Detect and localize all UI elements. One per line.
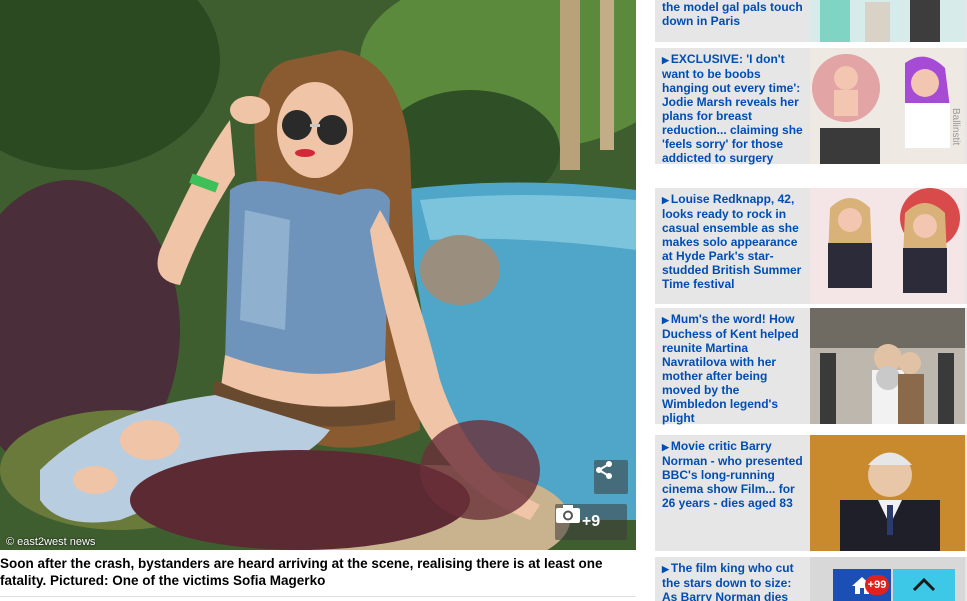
story-thumbnail[interactable]: [810, 188, 965, 304]
divider: [0, 596, 636, 597]
story-link[interactable]: the model gal pals touch down in Paris: [662, 0, 806, 28]
story-title: Louise Redknapp, 42, looks ready to rock…: [662, 192, 802, 291]
gallery-count: +9: [581, 513, 601, 530]
svg-text:Ballinstit: Ballinstit: [950, 108, 961, 145]
story-thumbnail[interactable]: Ballinstit: [810, 48, 965, 164]
notification-badge: +99: [865, 575, 889, 595]
list-item[interactable]: ▶ Mum's the word! How Duchess of Kent hel…: [655, 308, 967, 425]
story-title: EXCLUSIVE: 'I don't want to be boobs han…: [662, 52, 803, 165]
article-photo[interactable]: +9 © east2west news: [0, 0, 636, 550]
thumbnail-image: [810, 308, 965, 424]
share-button[interactable]: [594, 460, 628, 494]
story-title: Mum's the word! How Duchess of Kent help…: [662, 312, 799, 425]
arrow-icon: ▶: [662, 564, 669, 574]
thumbnail-image: [810, 0, 965, 42]
arrow-icon: ▶: [662, 442, 669, 452]
thumbnail-image: Ballinstit: [810, 48, 965, 164]
share-icon: [596, 461, 612, 479]
story-link[interactable]: ▶ The film king who cut the stars down to…: [662, 561, 806, 601]
floating-actions: +99: [833, 569, 955, 601]
chevron-up-icon: [912, 577, 936, 592]
gallery-button[interactable]: +9: [555, 504, 627, 540]
story-thumbnail[interactable]: [810, 435, 965, 551]
list-item[interactable]: ▶ EXCLUSIVE: 'I don't want to be boobs ha…: [655, 48, 967, 165]
story-title: Movie critic Barry Norman - who presente…: [662, 439, 803, 510]
arrow-icon: ▶: [662, 315, 669, 325]
story-link[interactable]: ▶ Mum's the word! How Duchess of Kent hel…: [662, 312, 806, 425]
story-link[interactable]: ▶ Louise Redknapp, 42, looks ready to roc…: [662, 192, 806, 291]
thumbnail-image: [810, 435, 965, 551]
photo-credit: © east2west news: [6, 536, 96, 548]
camera-icon: [556, 505, 580, 523]
home-button[interactable]: +99: [833, 569, 891, 601]
photo-illustration: [0, 0, 636, 550]
list-item[interactable]: the model gal pals touch down in Paris: [655, 0, 967, 42]
arrow-icon: ▶: [662, 195, 669, 205]
story-title: The film king who cut the stars down to …: [662, 561, 794, 601]
story-thumbnail[interactable]: [810, 308, 965, 424]
list-item[interactable]: ▶ Louise Redknapp, 42, looks ready to roc…: [655, 188, 967, 304]
sidebar-related-stories: the model gal pals touch down in Paris ▶…: [655, 0, 967, 601]
story-thumbnail[interactable]: [810, 0, 965, 42]
list-item[interactable]: ▶ Movie critic Barry Norman - who present…: [655, 435, 967, 551]
back-to-top-button[interactable]: [893, 569, 955, 601]
story-link[interactable]: ▶ EXCLUSIVE: 'I don't want to be boobs ha…: [662, 52, 806, 165]
arrow-icon: ▶: [662, 55, 669, 65]
photo-caption: Soon after the crash, bystanders are hea…: [0, 556, 603, 588]
story-link[interactable]: ▶ Movie critic Barry Norman - who present…: [662, 439, 806, 510]
thumbnail-image: [810, 188, 965, 304]
